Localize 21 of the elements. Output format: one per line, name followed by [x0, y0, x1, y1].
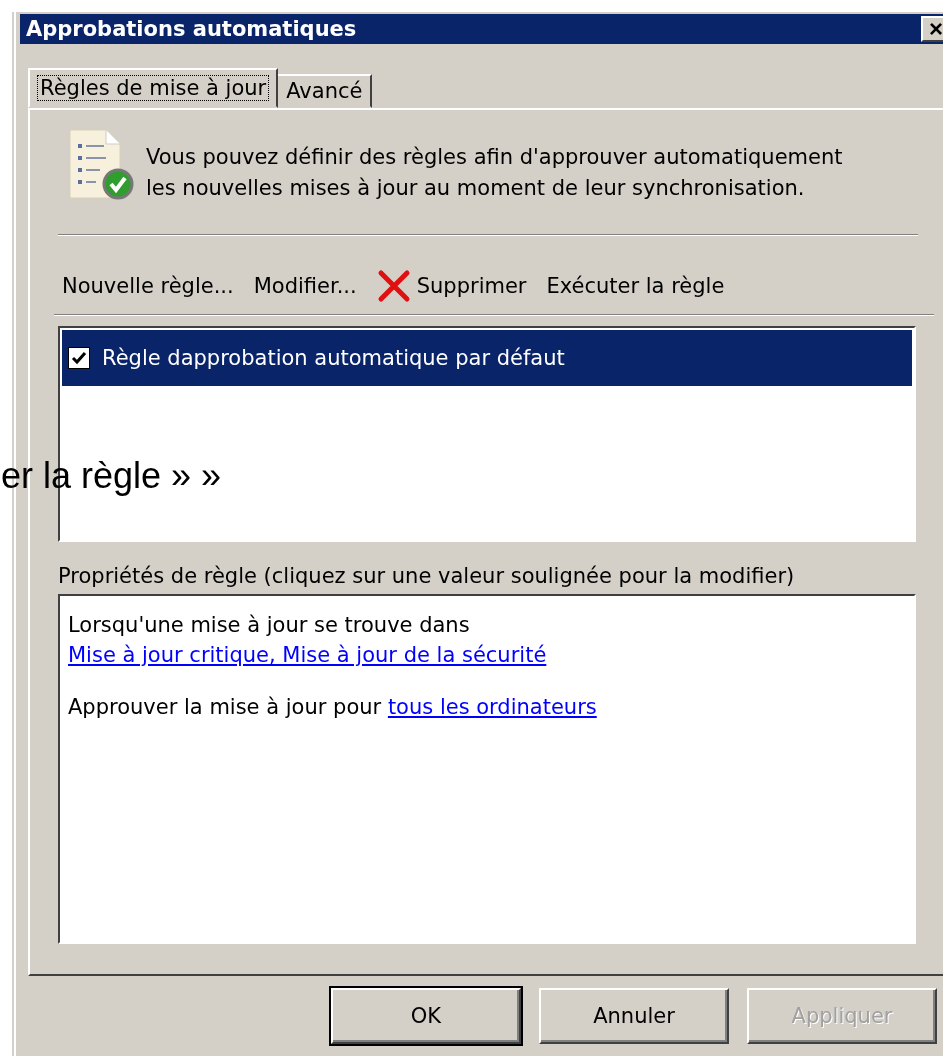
dialog-button[interactable]: Annuler	[539, 988, 729, 1044]
toolbar-button[interactable]: Supprimer	[376, 269, 527, 303]
toolbar-button[interactable]: Nouvelle règle...	[62, 274, 234, 298]
toolbar-button[interactable]: Exécuter la règle	[546, 274, 725, 298]
dialog-button[interactable]: OK	[331, 988, 521, 1044]
rule-description: Lorsqu'une mise à jour se trouve dans Mise à jour critique, Mise à jour de la sécurité	[68, 612, 548, 669]
rule-description: Approuver la mise à jour pour tous les ordinateurs	[68, 694, 598, 721]
close-button[interactable]: ×	[921, 16, 943, 42]
description-text: Vous pouvez définir des règles afin d'approuver automatiquement les nouvelles mises à jour au moment de leur synchronisation.	[146, 144, 844, 202]
rule-name: Règle dapprobation automatique par défaut	[102, 346, 565, 370]
checklist-icon	[66, 128, 136, 200]
rule-list-item[interactable]: Règle dapprobation automatique par défaut	[62, 330, 912, 386]
value-link[interactable]: tous les ordinateurs	[387, 695, 597, 719]
tab[interactable]: Règles de mise à jour	[28, 68, 279, 108]
value-link[interactable]: Mise à jour critique, Mise à jour de la sécurité	[68, 643, 547, 667]
delete-icon	[376, 269, 411, 303]
window-title: Approbations automatiques	[26, 17, 357, 41]
toolbar-button[interactable]: Modifier...	[253, 274, 357, 298]
checkbox[interactable]	[68, 347, 90, 369]
properties-label: Propriétés de règle (cliquez sur une valeur soulignée pour la modifier)	[58, 564, 796, 588]
tab[interactable]: Avancé	[276, 74, 373, 108]
